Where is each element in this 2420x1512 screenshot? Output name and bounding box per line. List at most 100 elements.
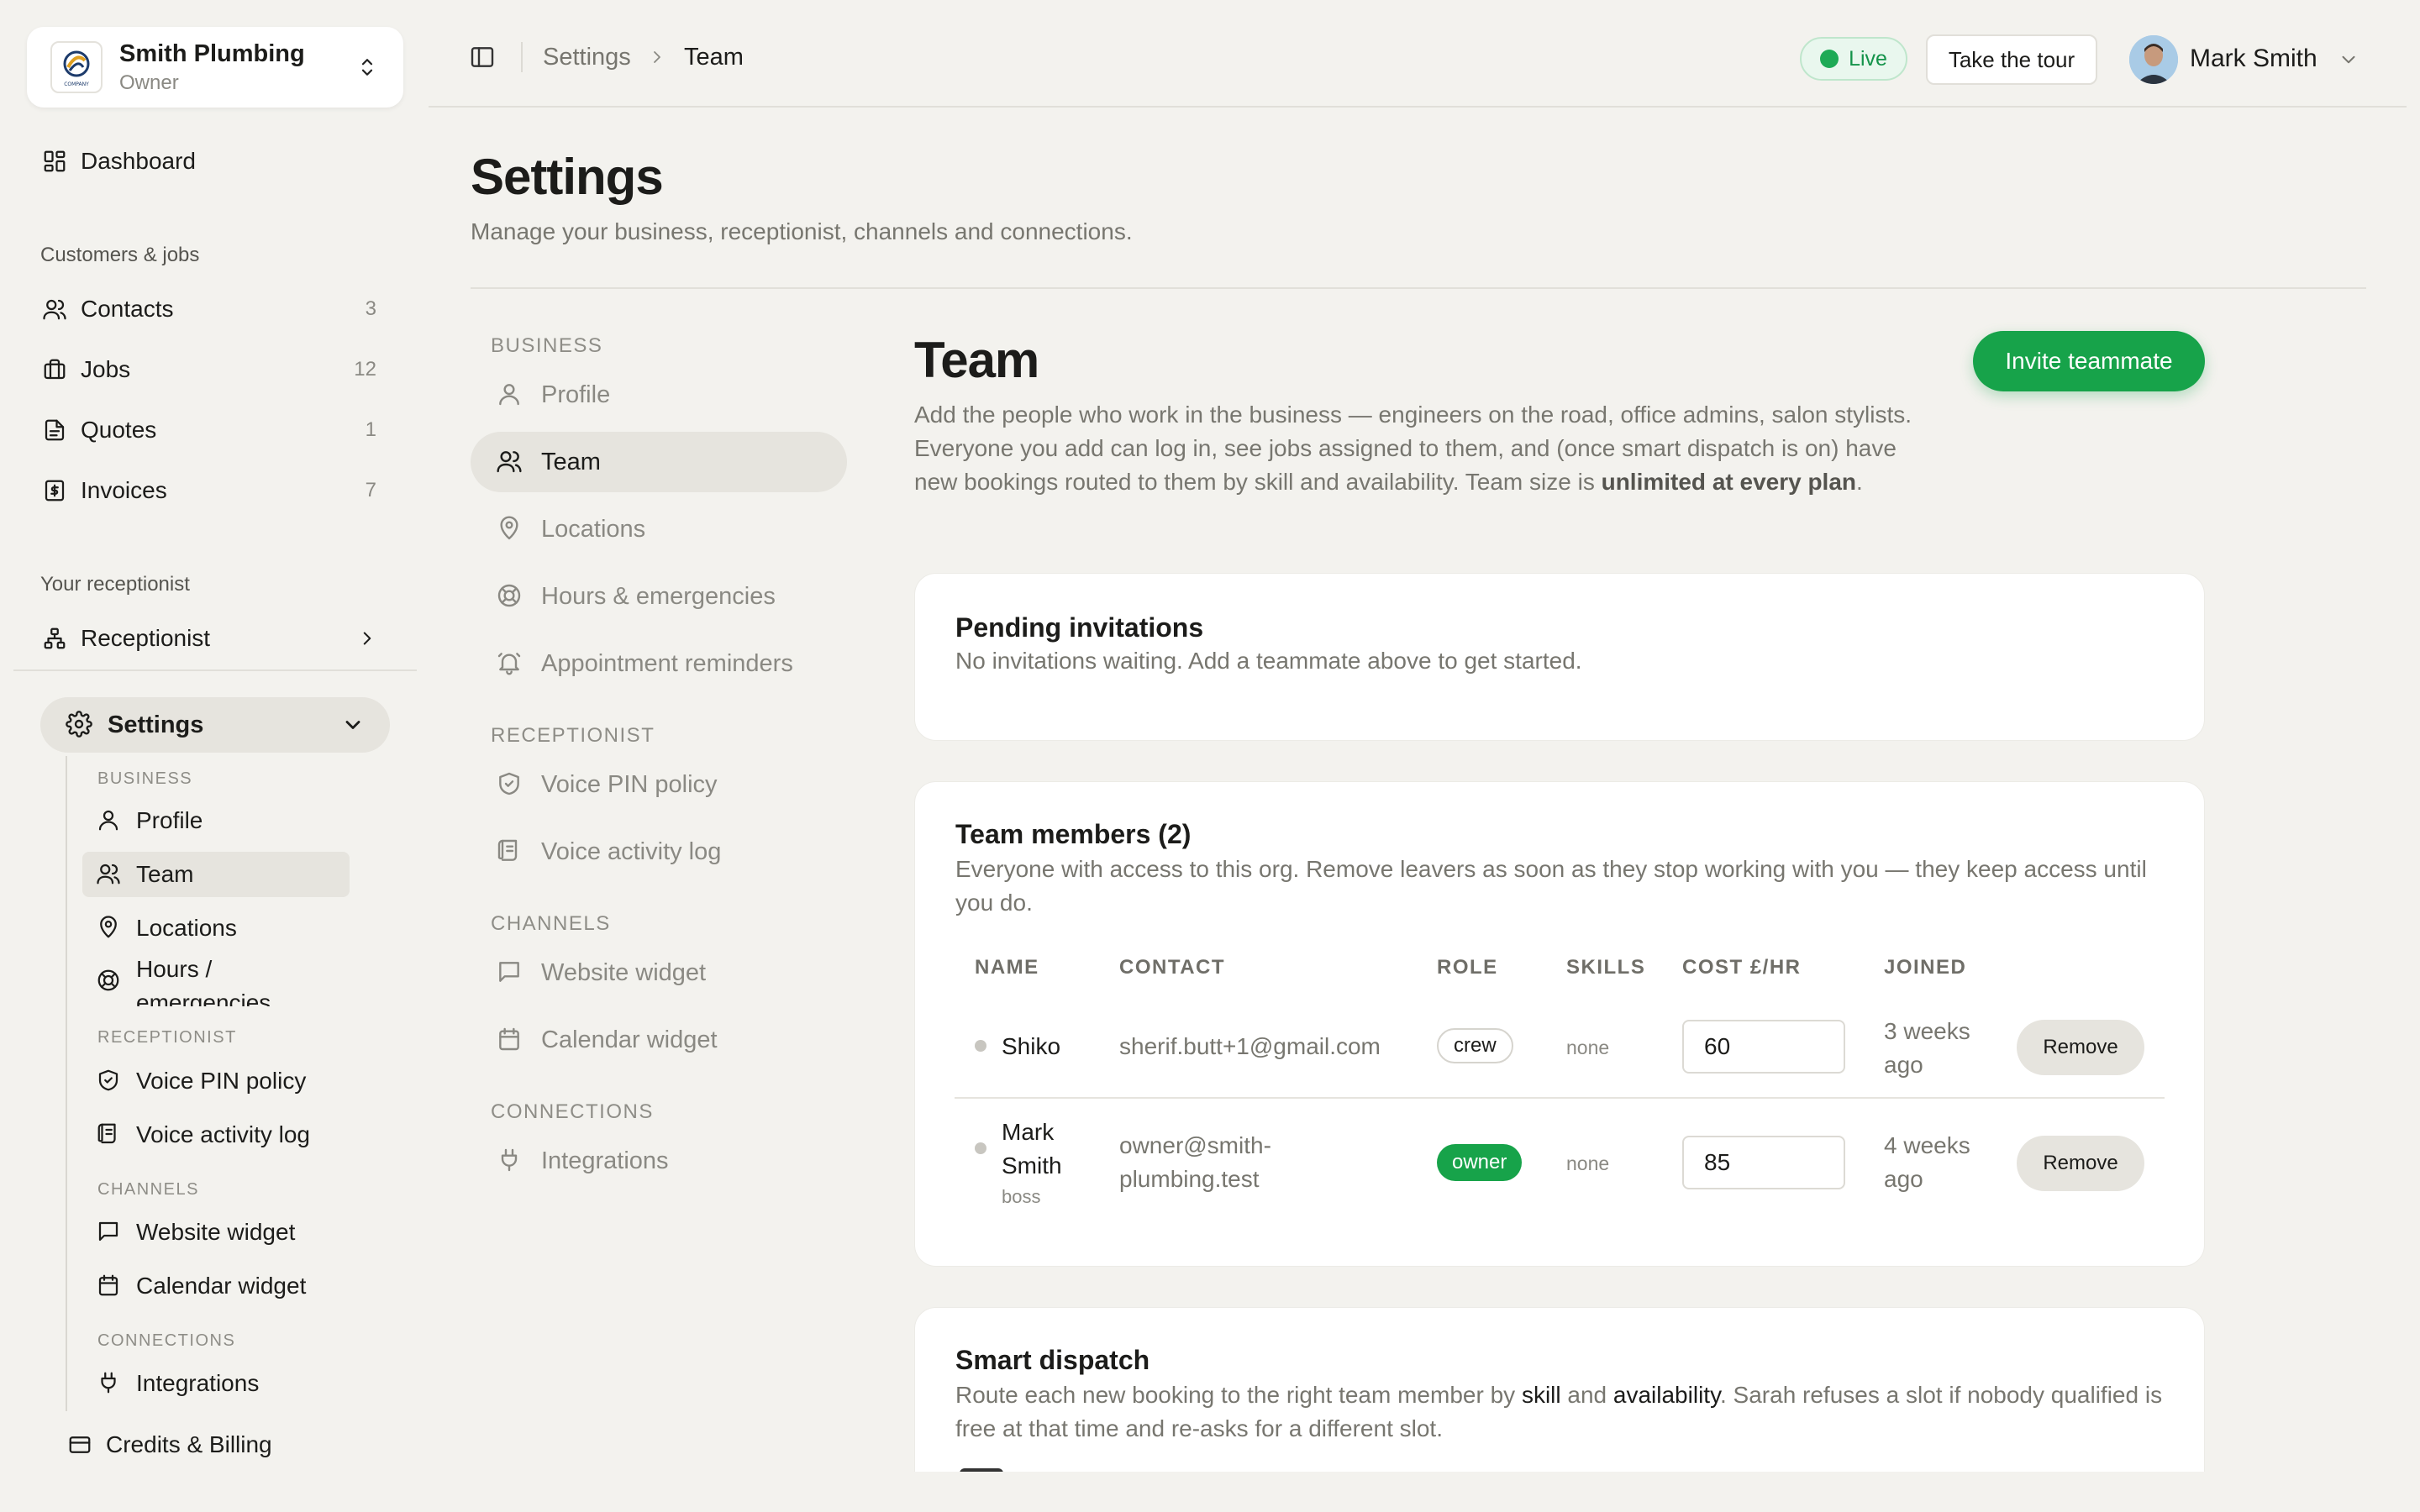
cost-input[interactable]	[1682, 1020, 1845, 1074]
remove-member-button[interactable]: Remove	[2017, 1020, 2144, 1075]
company-logo-icon: COMPANY	[63, 50, 90, 87]
user-icon	[496, 381, 524, 409]
sidebar-item-jobs[interactable]: Jobs 12	[40, 346, 393, 393]
sidebar-item-dashboard[interactable]: Dashboard	[40, 138, 393, 185]
submenu-item-label: Voice activity log	[136, 1121, 310, 1147]
submenu-item-locations[interactable]: Locations	[82, 906, 350, 951]
chevron-updown-icon[interactable]	[355, 55, 380, 80]
settings-nav-heading: CHANNELS	[491, 912, 611, 935]
submenu-heading: CHANNELS	[97, 1180, 199, 1199]
submenu-item-calendar-widget[interactable]: Calendar widget	[82, 1263, 350, 1309]
settings-nav-reminders[interactable]: Appointment reminders	[471, 633, 847, 694]
chat-icon	[96, 1219, 123, 1246]
viewport-bottom-edge	[429, 1472, 2420, 1512]
status-dot-icon	[975, 1142, 986, 1154]
submenu-heading: CONNECTIONS	[97, 1331, 236, 1350]
member-skills: none	[1566, 1152, 1610, 1174]
chat-icon	[496, 958, 524, 987]
users-icon	[496, 448, 524, 476]
top-bar: Settings Team Live Take the tour Mark Sm…	[429, 0, 2407, 108]
calendar-icon	[496, 1026, 524, 1054]
sidebar-item-invoices[interactable]: Invoices 7	[40, 467, 393, 514]
column-header-role: ROLE	[1437, 956, 1498, 979]
org-switcher[interactable]: COMPANY Smith Plumbing Owner	[27, 27, 403, 108]
scroll-icon	[496, 837, 524, 866]
submenu-item-label: Hours / emergencies	[136, 956, 271, 1006]
column-header-joined: JOINED	[1884, 956, 1967, 979]
sidebar-item-label: Jobs	[81, 356, 131, 382]
bell-icon	[496, 649, 524, 678]
document-icon	[40, 416, 69, 444]
submenu-item-profile[interactable]: Profile	[82, 798, 350, 843]
member-joined: 4 weeks ago	[1884, 1132, 1970, 1192]
org-logo: COMPANY	[50, 41, 103, 93]
take-tour-button[interactable]: Take the tour	[1926, 34, 2097, 85]
card-description: Everyone with access to this org. Remove…	[955, 856, 2147, 916]
settings-nav-locations[interactable]: Locations	[471, 499, 847, 559]
chevron-down-icon[interactable]	[2338, 49, 2360, 71]
submenu-item-team[interactable]: Team	[82, 852, 350, 897]
lifebuoy-icon	[96, 968, 123, 995]
team-members-card: Team members (2) Everyone with access to…	[914, 781, 2205, 1267]
plug-icon	[496, 1147, 524, 1175]
submenu-item-label: Team	[136, 861, 194, 887]
submenu-heading: BUSINESS	[97, 769, 193, 788]
member-joined: 3 weeks ago	[1884, 1018, 1970, 1078]
remove-member-button[interactable]: Remove	[2017, 1136, 2144, 1191]
settings-nav-integrations[interactable]: Integrations	[471, 1131, 847, 1191]
sidebar-divider	[13, 669, 417, 671]
sidebar-item-label: Contacts	[81, 296, 174, 322]
sidebar-item-label: Credits & Billing	[106, 1431, 272, 1457]
submenu-item-website-widget[interactable]: Website widget	[82, 1210, 350, 1255]
sidebar-toggle-icon[interactable]	[469, 44, 496, 71]
settings-nav-voice-log[interactable]: Voice activity log	[471, 822, 847, 882]
settings-nav-website-widget[interactable]: Website widget	[471, 942, 847, 1003]
submenu-item-voice-pin[interactable]: Voice PIN policy	[82, 1058, 350, 1104]
pending-invitations-card: Pending invitations No invitations waiti…	[914, 573, 2205, 741]
member-skills: none	[1566, 1037, 1610, 1058]
sidebar-item-billing[interactable]: Credits & Billing	[66, 1421, 418, 1468]
invoice-icon	[40, 476, 69, 505]
page-subtitle: Manage your business, receptionist, chan…	[471, 218, 1133, 244]
settings-nav-label: Integrations	[541, 1147, 669, 1174]
settings-nav-calendar-widget[interactable]: Calendar widget	[471, 1010, 847, 1070]
sidebar-item-contacts[interactable]: Contacts 3	[40, 286, 393, 333]
lifebuoy-icon	[496, 582, 524, 611]
sidebar-item-count: 7	[365, 479, 376, 501]
settings-nav-heading: BUSINESS	[491, 334, 603, 357]
submenu-heading: RECEPTIONIST	[97, 1028, 237, 1047]
sidebar-item-quotes[interactable]: Quotes 1	[40, 407, 393, 454]
settings-nav-label: Calendar widget	[541, 1026, 718, 1053]
dashboard-icon	[40, 147, 69, 176]
card-title: Team members (2)	[955, 819, 1192, 849]
sidebar-item-settings[interactable]: Settings	[40, 697, 390, 753]
sidebar-item-count: 3	[365, 297, 376, 320]
settings-nav-hours[interactable]: Hours & emergencies	[471, 566, 847, 627]
network-icon	[40, 624, 69, 653]
submenu-item-hours[interactable]: Hours / emergencies	[82, 953, 350, 1006]
map-pin-icon	[96, 915, 123, 942]
user-name[interactable]: Mark Smith	[2190, 45, 2317, 73]
scroll-icon	[96, 1121, 123, 1148]
settings-nav-voice-pin[interactable]: Voice PIN policy	[471, 754, 847, 815]
settings-nav-team[interactable]: Team	[471, 432, 847, 492]
sidebar-item-receptionist[interactable]: Receptionist	[40, 615, 393, 662]
submenu-item-integrations[interactable]: Integrations	[82, 1361, 350, 1406]
org-role: Owner	[119, 71, 179, 94]
settings-nav-label: Profile	[541, 381, 611, 408]
submenu-item-voice-log[interactable]: Voice activity log	[82, 1112, 350, 1158]
toolbar-separator	[521, 42, 523, 72]
column-header-name: NAME	[975, 956, 1039, 979]
breadcrumb-team: Team	[684, 44, 744, 71]
settings-nav-label: Hours & emergencies	[541, 582, 776, 610]
role-badge[interactable]: crew	[1437, 1028, 1513, 1063]
avatar[interactable]	[2129, 35, 2178, 84]
breadcrumb-settings[interactable]: Settings	[543, 44, 631, 71]
user-icon	[96, 807, 123, 834]
role-badge[interactable]: owner	[1437, 1144, 1523, 1181]
invite-teammate-button[interactable]: Invite teammate	[1973, 331, 2205, 391]
settings-nav-profile[interactable]: Profile	[471, 365, 847, 425]
cost-input[interactable]	[1682, 1136, 1845, 1189]
member-contact: owner@smith-plumbing.test	[1119, 1132, 1271, 1192]
credit-card-icon	[66, 1431, 94, 1459]
